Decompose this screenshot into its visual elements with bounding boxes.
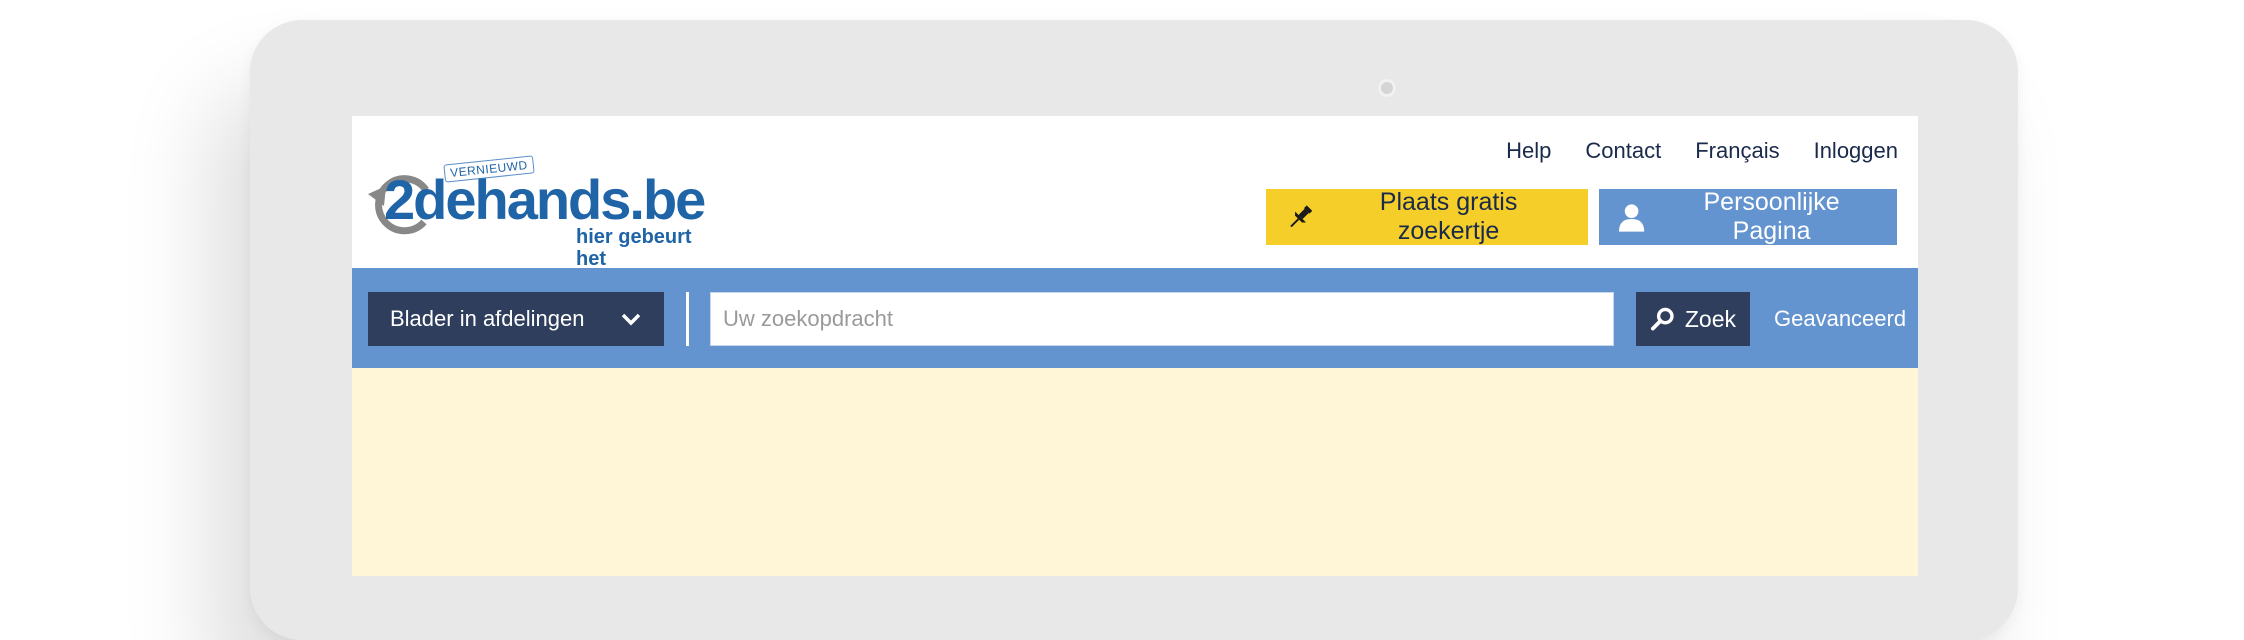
help-link[interactable]: Help xyxy=(1506,138,1551,164)
search-divider xyxy=(686,292,689,346)
chevron-down-icon xyxy=(621,313,641,326)
login-link[interactable]: Inloggen xyxy=(1814,138,1898,164)
site-logo[interactable]: VERNIEUWD 2dehands.be hier gebeurt het xyxy=(366,155,716,270)
advanced-search-link[interactable]: Geavanceerd xyxy=(1774,306,1906,332)
user-icon xyxy=(1618,204,1645,232)
personal-page-label: Persoonlijke Pagina xyxy=(1703,188,1840,245)
personal-page-button[interactable]: Persoonlijke Pagina xyxy=(1599,188,1897,245)
departments-dropdown[interactable]: Blader in afdelingen xyxy=(368,292,664,346)
search-input[interactable] xyxy=(710,292,1614,346)
place-ad-label: Plaats gratis zoekertje xyxy=(1379,188,1518,245)
departments-label: Blader in afdelingen xyxy=(390,306,585,331)
logo-tagline: hier gebeurt het xyxy=(576,226,692,270)
search-button[interactable]: Zoek xyxy=(1636,292,1750,346)
logo-wordmark: 2dehands.be xyxy=(384,168,706,231)
language-link[interactable]: Français xyxy=(1695,138,1779,164)
top-nav: Help Contact Français Inloggen xyxy=(1506,138,1898,164)
pushpin-icon xyxy=(1290,205,1313,228)
browser-screen: VERNIEUWD 2dehands.be hier gebeurt het H… xyxy=(352,116,1918,576)
search-bar: Blader in afdelingen Zoek Geavanceerd xyxy=(352,268,1918,368)
camera-dot xyxy=(1378,79,1396,97)
contact-link[interactable]: Contact xyxy=(1585,138,1661,164)
search-icon xyxy=(1650,307,1674,331)
search-button-label: Zoek xyxy=(1684,305,1736,332)
place-ad-button[interactable]: Plaats gratis zoekertje xyxy=(1266,188,1588,245)
content-area xyxy=(352,368,1918,576)
